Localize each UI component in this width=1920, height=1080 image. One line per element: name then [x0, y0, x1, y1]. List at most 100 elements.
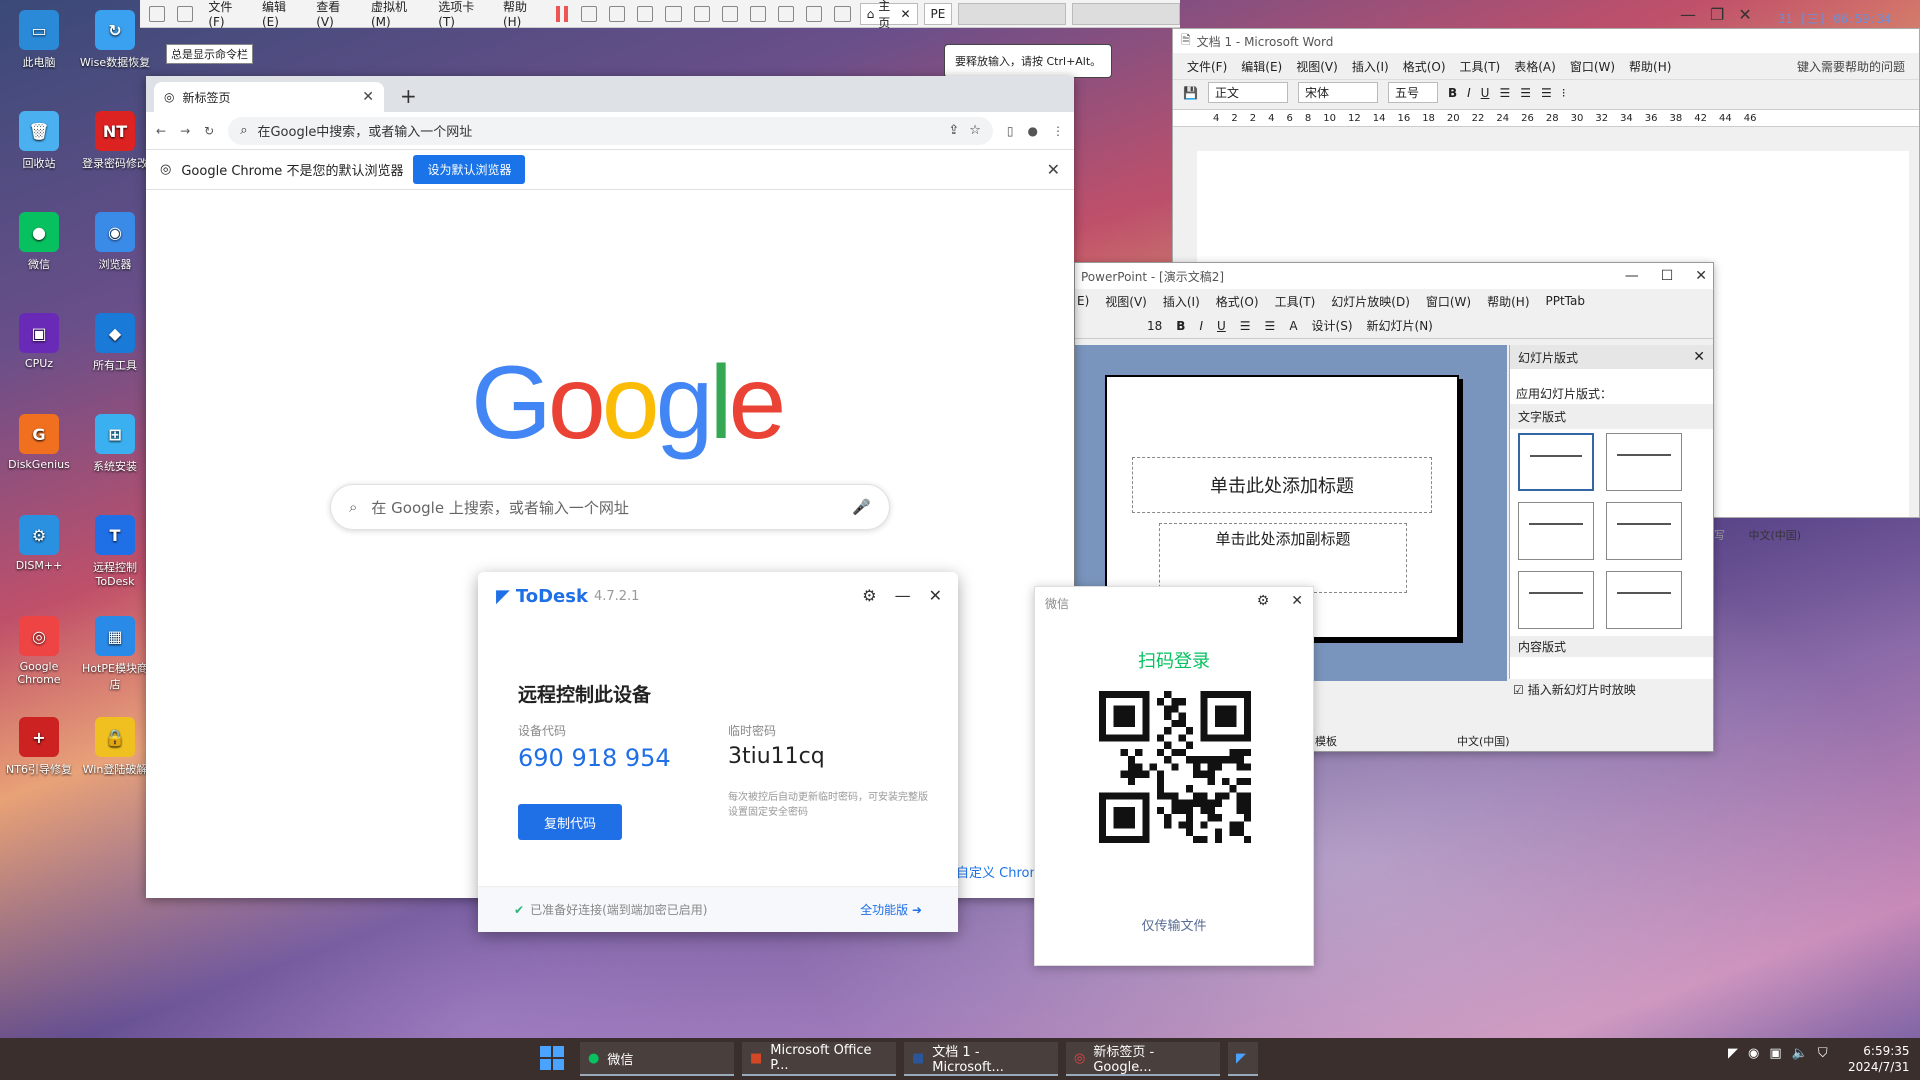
layout-vertical-2[interactable] — [1605, 571, 1682, 629]
word-menu-item[interactable]: 格式(O) — [1403, 58, 1446, 75]
font-color-icon[interactable]: A — [1289, 319, 1297, 333]
maximize-icon[interactable]: ☐ — [1661, 268, 1674, 284]
chrome-tab[interactable]: ◎ 新标签页 ✕ — [154, 82, 384, 112]
customize-chrome-link[interactable]: 自定义 Chrom — [956, 862, 1042, 881]
bold-icon[interactable]: B — [1448, 86, 1457, 100]
ppt-menu-item[interactable]: 工具(T) — [1275, 293, 1316, 310]
word-menu-item[interactable]: 窗口(W) — [1570, 58, 1615, 75]
desktop-icon[interactable]: 🗑 回收站 — [2, 111, 76, 171]
view-library-icon[interactable] — [693, 5, 710, 22]
new-tab-icon[interactable]: + — [400, 84, 417, 108]
bookmark-star-icon[interactable]: ☆ — [969, 123, 981, 138]
layout-two-column[interactable] — [1605, 502, 1682, 560]
snapshot-restore-icon[interactable] — [637, 5, 654, 22]
copy-code-button[interactable]: 复制代码 — [518, 804, 622, 840]
desktop-icon[interactable]: ◎ Google Chrome — [2, 616, 76, 686]
close-icon[interactable]: ✕ — [1738, 5, 1751, 24]
ppt-menu-item[interactable]: 格式(O) — [1216, 293, 1259, 310]
word-ruler[interactable]: 4 2 2 4 6 8 10 12 14 16 18 20 22 24 26 28 30 32 34 36 38 42 44… — [1173, 109, 1919, 127]
desktop-icon[interactable]: G DiskGenius — [2, 414, 76, 471]
vm-tab-blurred-2[interactable] — [1072, 2, 1180, 25]
close-icon[interactable]: ✕ — [929, 586, 942, 605]
tray-app-icon[interactable]: ◉ — [1748, 1046, 1759, 1061]
layout-vertical[interactable] — [1518, 571, 1594, 629]
vm-menu-edit[interactable]: 编辑(E) — [256, 0, 304, 29]
show-on-insert[interactable]: ☑ 插入新幻灯片时放映 — [1513, 681, 1636, 698]
omnibox[interactable]: ⌕ 在Google中搜索，或者输入一个网址 ⇪ ☆ — [228, 116, 993, 145]
vm-fullscreen-icon[interactable] — [149, 5, 166, 22]
vm-tab-pe[interactable]: PE — [923, 2, 953, 25]
desktop-icon[interactable]: ▭ 此电脑 — [2, 10, 76, 70]
taskbar-chrome[interactable]: ◎ 新标签页 - Google... — [1066, 1042, 1220, 1076]
set-default-button[interactable]: 设为默认浏览器 — [413, 155, 526, 184]
volume-icon[interactable]: 🔈 — [1792, 1046, 1808, 1061]
pause-icon[interactable] — [556, 5, 568, 22]
ppt-menu-item[interactable]: 帮助(H) — [1487, 293, 1529, 310]
underline-icon[interactable]: U — [1217, 319, 1226, 333]
start-icon[interactable] — [540, 1046, 564, 1070]
vm-menu-vm[interactable]: 虚拟机(M) — [365, 0, 426, 29]
desktop-icon[interactable]: ▣ CPUz — [2, 313, 76, 370]
desktop-icon[interactable]: ⚙ DISM++ — [2, 515, 76, 572]
minimize-icon[interactable]: — — [1680, 5, 1696, 24]
taskbar-clock[interactable]: 6:59:35 2024/7/31 — [1848, 1044, 1910, 1075]
close-icon[interactable]: ✕ — [1695, 268, 1707, 284]
word-menu-item[interactable]: 编辑(E) — [1241, 58, 1282, 75]
close-infobar-icon[interactable]: ✕ — [1047, 160, 1060, 179]
file-transfer-link[interactable]: 仅传输文件 — [1035, 915, 1313, 934]
vm-unity-icon[interactable] — [177, 5, 194, 22]
bold-icon[interactable]: B — [1176, 319, 1185, 333]
sidepanel-icon[interactable]: ▯ — [1007, 124, 1014, 138]
word-menu-item[interactable]: 视图(V) — [1296, 58, 1338, 75]
vm-tab-blurred[interactable] — [958, 2, 1067, 25]
todesk-tray-icon[interactable]: ◤ — [1728, 1046, 1738, 1061]
layout-title[interactable] — [1518, 433, 1594, 491]
profile-icon[interactable]: ● — [1028, 124, 1038, 138]
title-placeholder[interactable]: 单击此处添加标题 — [1132, 457, 1432, 513]
desktop-icon[interactable]: ⊞ 系统安装 — [78, 414, 152, 474]
align-center-icon[interactable]: ☰ — [1265, 319, 1276, 333]
settings-icon[interactable]: ⚙ — [862, 586, 876, 605]
settings-icon[interactable]: ⚙ — [1257, 593, 1270, 609]
desktop-icon[interactable]: ◆ 所有工具 — [78, 313, 152, 373]
security-icon[interactable]: ⛉ — [1818, 1046, 1828, 1061]
align-right-icon[interactable]: ☰ — [1541, 86, 1552, 100]
ppt-menu-item[interactable]: 窗口(W) — [1426, 293, 1471, 310]
align-left-icon[interactable]: ☰ — [1499, 86, 1510, 100]
minimize-icon[interactable]: — — [1625, 268, 1639, 284]
align-center-icon[interactable]: ☰ — [1520, 86, 1531, 100]
desktop-icon[interactable]: ● 微信 — [2, 212, 76, 272]
ppt-menu-item[interactable]: 幻灯片放映(D) — [1331, 293, 1410, 310]
taskbar-word[interactable]: ■ 文档 1 - Microsoft... — [904, 1042, 1058, 1076]
view-fit-icon[interactable] — [749, 5, 767, 22]
snapshot-icon[interactable] — [609, 5, 626, 22]
word-menu-item[interactable]: 表格(A) — [1514, 58, 1556, 75]
vm-menu-help[interactable]: 帮助(H) — [497, 0, 547, 29]
underline-icon[interactable]: U — [1481, 86, 1490, 100]
microphone-icon[interactable]: 🎤 — [852, 498, 871, 516]
network-icon[interactable]: ▣ — [1769, 1046, 1781, 1061]
bullets-icon[interactable]: ⁝ — [1562, 86, 1566, 100]
design-button[interactable]: 设计(S) — [1312, 317, 1353, 334]
restore-icon[interactable]: ❐ — [1710, 5, 1724, 24]
font-select[interactable]: 宋体 — [1297, 82, 1378, 103]
menu-icon[interactable]: ⋮ — [1052, 124, 1064, 138]
new-slide-button[interactable]: 新幻灯片(N) — [1367, 317, 1433, 334]
desktop-icon[interactable]: ▦ HotPE模块商店 — [78, 616, 152, 692]
share-icon[interactable]: ⇪ — [948, 123, 959, 138]
taskbar-powerpoint[interactable]: ■ Microsoft Office P... — [742, 1042, 896, 1076]
ppt-menu-item[interactable]: PPtTab — [1546, 294, 1586, 308]
reload-icon[interactable]: ↻ — [204, 124, 214, 138]
taskbar-todesk[interactable]: ◤ — [1228, 1042, 1258, 1076]
close-icon[interactable]: ✕ — [1693, 349, 1705, 365]
close-icon[interactable]: ✕ — [1291, 593, 1303, 609]
desktop-icon[interactable]: NT 登录密码修改 — [78, 111, 152, 171]
subtitle-placeholder[interactable]: 单击此处添加副标题 — [1159, 523, 1407, 593]
vm-tab-home[interactable]: ⌂ 主页 ✕ — [859, 0, 918, 30]
italic-icon[interactable]: I — [1199, 319, 1203, 333]
align-left-icon[interactable]: ☰ — [1240, 319, 1251, 333]
ppt-menu-item[interactable]: 插入(I) — [1163, 293, 1200, 310]
desktop-icon[interactable]: ◉ 浏览器 — [78, 212, 152, 272]
taskbar-wechat[interactable]: ● 微信 — [580, 1042, 734, 1076]
style-select[interactable]: 正文 — [1207, 82, 1288, 103]
